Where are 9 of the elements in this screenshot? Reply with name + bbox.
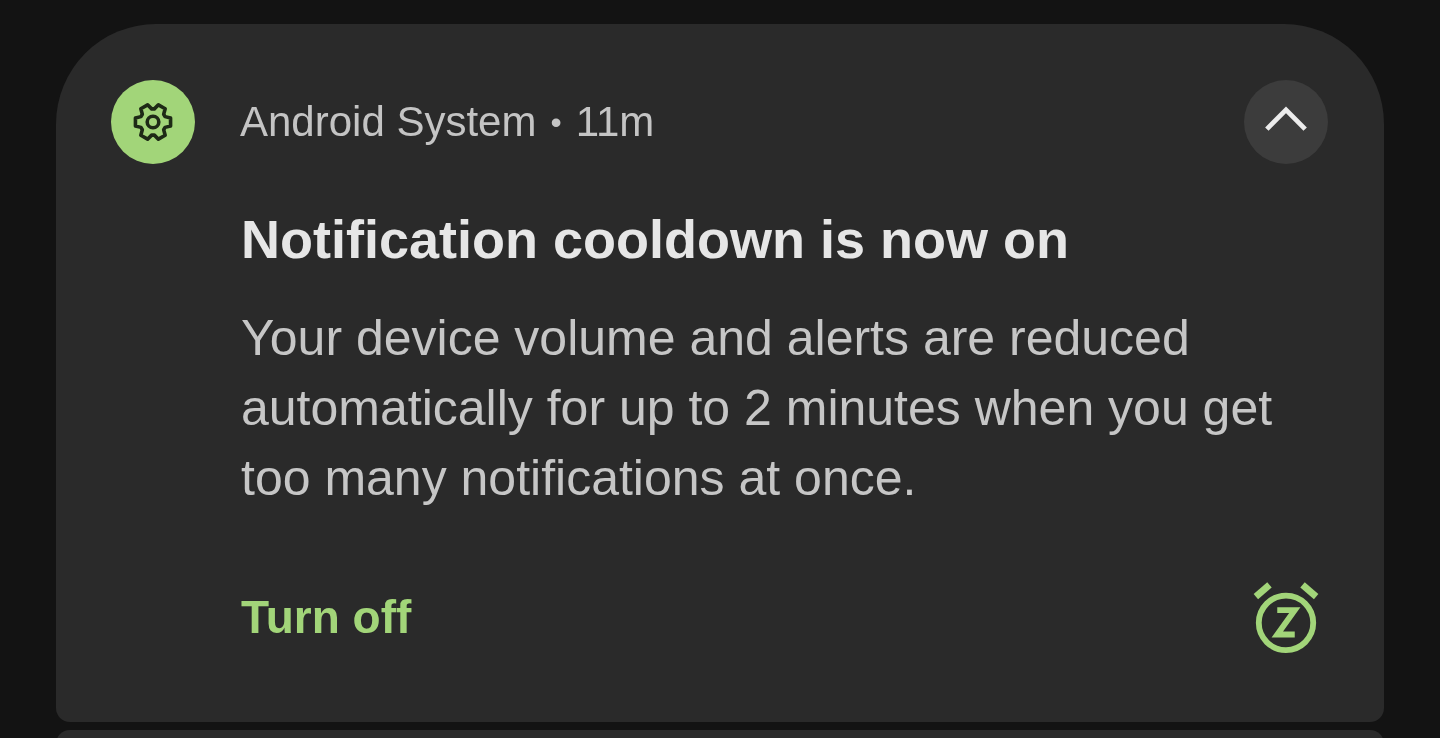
snooze-button[interactable] (1251, 580, 1321, 654)
separator-dot: • (550, 103, 562, 141)
gear-icon (111, 80, 195, 164)
notification-body: Your device volume and alerts are reduced automatically for up to 2 minutes when you get too many notifications at once. (241, 309, 1274, 508)
alarm-clock-icon (1251, 580, 1321, 654)
app-name: Android System (240, 98, 537, 146)
notification-title: Notification cooldown is now on (241, 208, 1070, 271)
notification-time: 11m (575, 98, 655, 146)
turn-off-button[interactable]: Turn off (241, 588, 412, 646)
